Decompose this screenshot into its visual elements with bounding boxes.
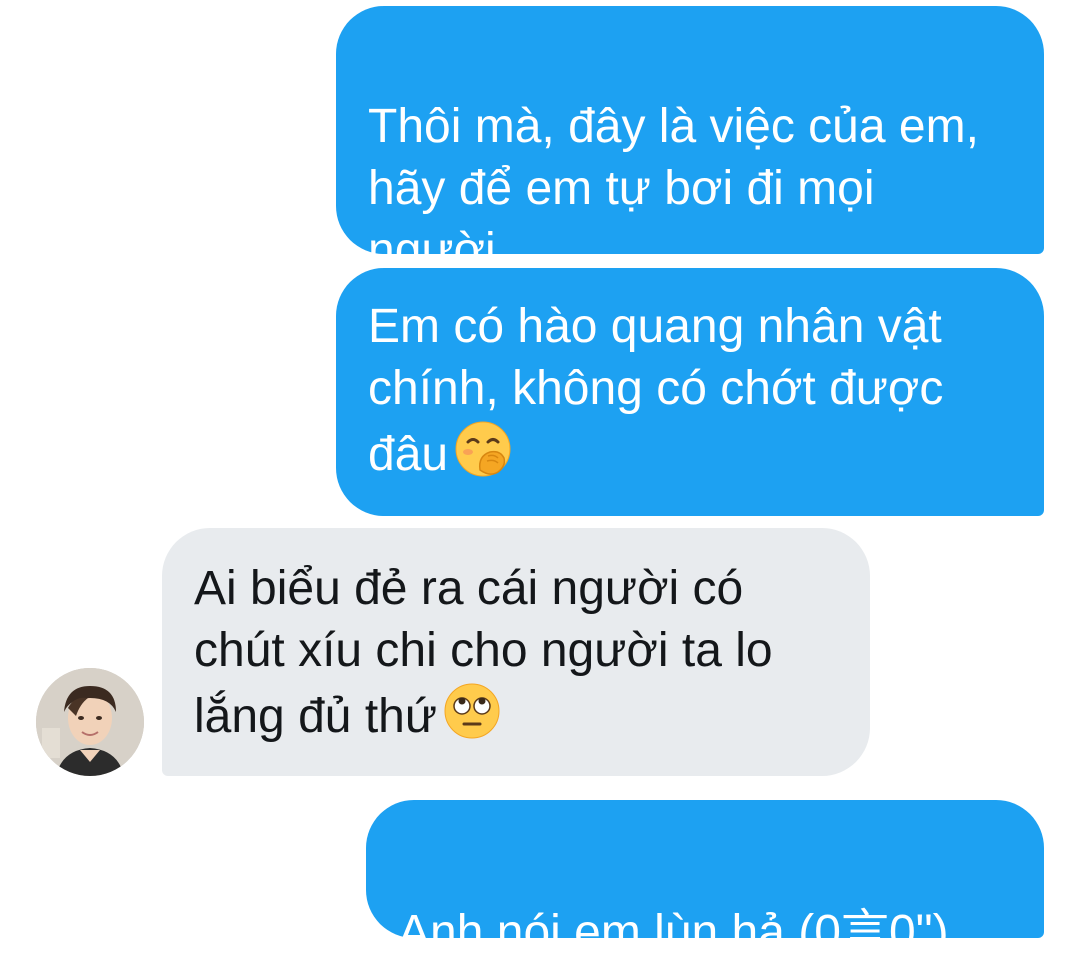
message-text: Anh nói em lùn hả (0言0") <box>398 906 949 959</box>
rolling-eyes-emoji-icon <box>443 682 501 756</box>
received-message-bubble[interactable]: Ai biểu đẻ ra cái người có chút xíu chi … <box>162 528 870 776</box>
hand-over-mouth-emoji-icon <box>454 420 512 494</box>
contact-avatar-icon[interactable] <box>36 668 144 776</box>
sent-message-bubble[interactable]: Anh nói em lùn hả (0言0") <box>366 800 1044 959</box>
message-text: Thôi mà, đây là việc của em, hãy để em t… <box>368 100 979 277</box>
sent-message-bubble[interactable]: Em có hào quang nhân vật chính, không có… <box>336 268 1044 516</box>
sent-message-bubble[interactable]: Thôi mà, đây là việc của em, hãy để em t… <box>336 6 1044 277</box>
